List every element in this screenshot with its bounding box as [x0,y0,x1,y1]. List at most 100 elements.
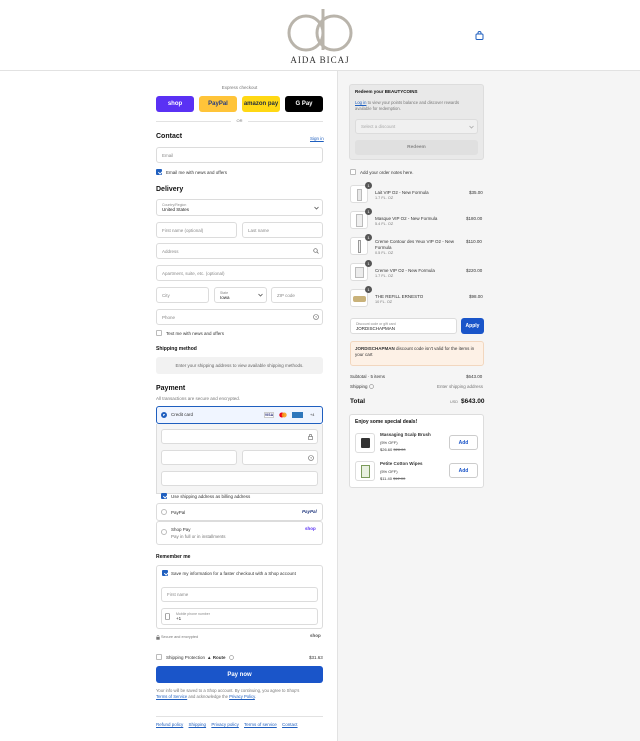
info-icon[interactable] [229,655,234,660]
country-value: United States [162,207,190,212]
lock-icon [156,635,160,640]
add-deal-button[interactable]: Add [449,435,478,450]
footer-link-terms[interactable]: Terms of service [244,722,277,727]
discount-select[interactable]: Select a discount [355,119,478,134]
privacy-link[interactable]: Privacy Policy [229,694,255,699]
beautycoins-login-link[interactable]: Log in [355,100,366,105]
mobile-phone-field[interactable]: Mobile phone number +1 [161,608,318,625]
redeem-button[interactable]: Redeem [355,140,478,155]
item-name: Creme VIP O2 - New Formula [375,268,435,273]
total-label: Total [350,398,366,405]
item-price: $180.00 [466,216,483,221]
footer-link-contact[interactable]: Contact [282,722,298,727]
address-field[interactable]: Address [156,243,323,259]
shipping-protection-checkbox[interactable] [156,654,162,660]
pay-now-button[interactable]: Pay now [156,666,323,683]
shopping-bag-icon[interactable] [475,31,484,40]
deal-price: $26.60 [380,447,393,452]
paypal-label: PayPal [171,510,186,515]
shop-pay-button[interactable]: shop [156,96,194,112]
item-size: 0.5 FL. OZ [375,251,394,255]
deal-old-price: $28.00 [393,447,406,452]
discount-error-code: JORDISCHAPMAN [355,346,395,351]
phone-placeholder: Phone [162,314,176,320]
legal-line-1: Your info will be saved to a Shop accoun… [156,688,299,693]
divider-left [156,121,231,122]
beautycoins-desc-2: available for redemption. [355,106,401,111]
chevron-down-icon [469,125,474,129]
google-pay-button[interactable]: G Pay [285,96,323,112]
billing-checkbox[interactable] [161,493,167,499]
shipping-method-notice: Enter your shipping address to view avai… [156,357,323,374]
item-price: $98.00 [469,294,483,299]
footer-link-refund[interactable]: Refund policy [156,722,183,727]
item-size: 1.7 FL. OZ [375,196,394,200]
help-icon[interactable]: ? [313,314,319,320]
brand-logo-icon[interactable] [286,6,354,52]
paypal-logo: PayPal [302,509,317,514]
shipping-label: Shipping [350,384,368,389]
shop-pay-option[interactable] [156,521,323,545]
shop-pay-sub: Pay in full or in installments [171,534,226,539]
brand-name: AIDA BICAJ [290,55,350,65]
footer-link-shipping[interactable]: Shipping [189,722,207,727]
footer-link-privacy[interactable]: Privacy policy [211,722,239,727]
shipping-protection-label: Shipping Protection [166,655,206,660]
add-deal-button[interactable]: Add [449,463,478,478]
item-price: $220.00 [466,268,483,273]
apartment-field[interactable]: Apartment, suite, etc. (optional) [156,265,323,281]
security-code-field[interactable] [242,450,318,465]
credit-card-radio[interactable] [161,412,167,418]
news-checkbox[interactable] [156,169,162,175]
item-name: THE REFILL ERNESTO [375,294,424,299]
item-qty-badge: 1 [365,286,372,293]
last-name-field[interactable]: Last name [242,222,323,238]
card-number-field[interactable] [161,429,318,444]
item-size: 1.7 FL. OZ [375,274,394,278]
beautycoins-desc-1: Log in to view your points balance and d… [355,100,459,105]
item-size: 5.4 FL. OZ [375,222,394,226]
legal-text-2: and acknowledge the [188,694,228,699]
paypal-button[interactable]: PayPal [199,96,237,112]
order-notes-checkbox[interactable] [350,169,356,175]
name-on-card-field[interactable] [161,471,318,486]
zip-field[interactable]: ZIP code [271,287,323,303]
apply-button[interactable]: Apply [461,318,484,334]
terms-link[interactable]: Terms of Service [156,694,187,699]
discount-code-field[interactable]: Discount code or gift card JORDISCHAPMAN [350,318,457,334]
route-logo: ▲ Route [207,655,225,660]
city-field[interactable]: City [156,287,209,303]
discount-select-placeholder: Select a discount [361,124,396,129]
email-placeholder: Email [162,152,174,158]
save-info-checkbox[interactable] [162,570,168,576]
secure-label: Secure and encrypted [161,635,199,639]
country-select[interactable]: Country/Region United States [156,199,323,216]
state-value: Iowa [220,294,230,300]
help-icon[interactable] [369,384,374,389]
payment-title: Payment [156,385,186,392]
item-name: Masque VIP O2 - New Formula [375,216,438,221]
shop-pay-radio[interactable] [161,529,167,535]
phone-field[interactable]: Phone [156,309,323,325]
visa-icon: VISA [264,412,274,418]
remember-first-name-field[interactable]: First name [161,587,318,602]
shipping-value: Enter shipping address [437,384,484,389]
shop-pay-label: Shop Pay [171,527,191,532]
item-price: $35.00 [469,190,483,195]
legal-line-2: Terms of Service and acknowledge the Pri… [156,694,256,699]
total-value: $643.00 [461,398,485,405]
expiry-field[interactable] [161,450,237,465]
shipping-method-title: Shipping method [156,346,197,352]
total-currency: USD [450,400,459,404]
item-price: $110.00 [466,239,482,244]
text-me-checkbox[interactable] [156,330,162,336]
first-name-field[interactable]: First name (optional) [156,222,237,238]
search-icon [313,248,319,254]
amazon-pay-button[interactable]: amazon pay [242,96,280,112]
sign-in-link[interactable]: Sign in [310,136,324,141]
shipping-protection-price: $31.63 [309,655,323,660]
help-icon[interactable]: ? [308,455,314,461]
credit-card-label: Credit card [171,412,194,417]
email-field[interactable]: Email [156,147,323,163]
paypal-radio[interactable] [161,509,167,515]
